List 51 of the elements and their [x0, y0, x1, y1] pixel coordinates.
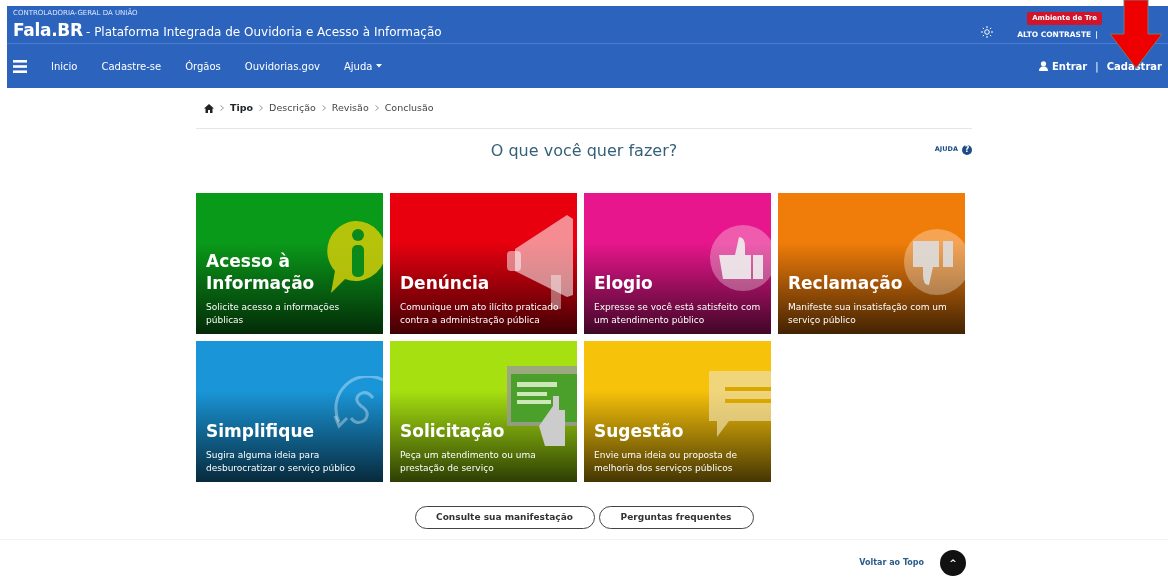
service-tile[interactable]: Elogio Expresse se você está satisfeito com um atendimento público	[584, 193, 771, 335]
tile-title: Denúncia	[400, 271, 491, 295]
breadcrumb-item[interactable]: Descrição	[269, 101, 316, 116]
tile-title: Simplifique	[206, 419, 315, 443]
register-link[interactable]: Cadastrar	[1106, 58, 1162, 74]
breadcrumb-item[interactable]: Tipo	[230, 101, 254, 116]
nav-link[interactable]: Ouvidorias.gov	[244, 58, 320, 74]
faq-button[interactable]: Perguntas frequentes	[598, 506, 754, 530]
chevron-icon	[220, 104, 224, 111]
chevron-icon	[321, 104, 326, 111]
chevron-icon	[374, 104, 379, 111]
home-icon[interactable]	[204, 103, 214, 113]
chevron-icon	[259, 104, 264, 111]
tile-description: Expresse se você está satisfeito com um atendimento público	[594, 301, 761, 327]
breadcrumb-item[interactable]: Conclusão	[384, 101, 434, 116]
tile-description: Solicite acesso a informações públicas	[206, 301, 341, 327]
sun-icon[interactable]	[981, 25, 994, 38]
tile-description: Comunique um ato ilícito praticado contra a administração pública	[400, 301, 560, 327]
site-subtitle: - Plataforma Integrada de Ouvidoria e Acesso à Informação	[86, 24, 442, 39]
breadcrumb-item[interactable]: Revisão	[331, 101, 369, 116]
service-tile[interactable]: Acesso à Informação Solicite acesso a informações públicas	[196, 193, 383, 335]
tile-description: Sugira alguma ideia para desburocratizar o serviço público	[206, 449, 357, 475]
service-tile[interactable]: Denúncia Comunique um ato ilícito praticado contra a administração pública	[390, 193, 577, 335]
nav-link[interactable]: Órgãos	[185, 58, 221, 74]
annotation-arrow-drawing	[1108, 0, 1164, 70]
service-tile[interactable]: Sugestão Envie uma ideia ou proposta de melhoria dos serviços públicos	[584, 341, 771, 483]
scroll-top-button[interactable]: ^	[940, 550, 966, 577]
page-heading: O que você quer fazer?	[490, 141, 678, 161]
brand-logo[interactable]: Fala.BR	[13, 19, 83, 40]
back-to-top-link[interactable]: Voltar ao Topo	[859, 557, 924, 570]
service-tile[interactable]: Reclamação Manifeste sua insatisfação com um serviço público	[778, 193, 965, 335]
service-tile[interactable]: Solicitação Peça um atendimento ou uma prestação de serviço	[390, 341, 577, 483]
tile-description: Manifeste sua insatisfação com um serviço público	[788, 301, 948, 327]
menu-icon[interactable]	[13, 59, 27, 73]
user-icon	[1038, 61, 1048, 71]
nav-link[interactable]: Inicio	[51, 58, 78, 74]
login-link[interactable]: Entrar	[1038, 58, 1088, 74]
nav-link[interactable]: Cadastre-se	[101, 58, 162, 74]
service-tile[interactable]: Simplifique Sugira alguma ideia para desburocratizar o serviço público	[196, 341, 383, 483]
monitor-hand-icon	[507, 366, 577, 447]
tile-title: Reclamação	[788, 271, 904, 295]
tile-description: Peça um atendimento ou uma prestação de serviço	[400, 449, 537, 475]
tile-title: Elogio	[594, 271, 654, 295]
tile-title: Solicitação	[400, 419, 506, 443]
tile-title: Acesso à Informação	[206, 249, 316, 295]
separator: |	[1095, 59, 1099, 74]
tile-description: Envie uma ideia ou proposta de melhoria dos serviços públicos	[594, 449, 738, 475]
help-icon: ?	[962, 145, 972, 156]
consult-button[interactable]: Consulte sua manifestação	[414, 506, 595, 530]
nav-link[interactable]: Ajuda	[344, 58, 383, 74]
tile-title: Sugestão	[594, 419, 685, 443]
